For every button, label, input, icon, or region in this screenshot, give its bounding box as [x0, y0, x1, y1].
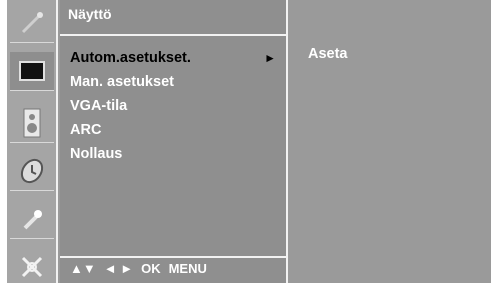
submenu-item-set[interactable]: Aseta	[308, 46, 348, 62]
picture-wand-icon	[21, 12, 43, 34]
clock-icon	[20, 158, 44, 184]
speaker-icon	[23, 108, 41, 138]
setup-icon	[21, 256, 43, 278]
icon-tab-audio[interactable]	[10, 104, 54, 143]
icon-tab-screen[interactable]	[10, 52, 54, 91]
menu-item-label: Nollaus	[70, 146, 123, 162]
nav-divider	[60, 256, 286, 258]
submenu-arrow-icon: ►	[264, 51, 276, 65]
menu-item-reset[interactable]: Nollaus	[60, 142, 286, 166]
icon-tab-lock[interactable]	[10, 200, 54, 239]
osd-menu: Näyttö Autom.asetukset. ► Man. asetukset…	[7, 0, 491, 283]
menu-item-label: VGA-tila	[70, 98, 128, 114]
icon-tab-time[interactable]	[10, 152, 54, 191]
menu-icon-column	[7, 0, 58, 283]
menu-item-label: Autom.asetukset.	[70, 50, 191, 66]
menu-items: Autom.asetukset. ► Man. asetukset VGA-ti…	[60, 46, 286, 166]
left-right-arrows-icon: ◄ ►	[103, 261, 134, 276]
menu-item-label: Man. asetukset	[70, 74, 174, 90]
menu-item-arc[interactable]: ARC	[60, 118, 286, 142]
submenu-panel: Aseta	[290, 0, 491, 283]
key-icon	[23, 210, 42, 230]
icon-tab-picture[interactable]	[10, 4, 54, 43]
navigation-hints: ▲▼ ◄ ► OK MENU	[70, 261, 207, 276]
menu-item-auto-config[interactable]: Autom.asetukset. ►	[60, 46, 286, 70]
title-divider	[60, 34, 286, 36]
icon-tab-setup[interactable]	[10, 248, 54, 286]
menu-panel: Näyttö Autom.asetukset. ► Man. asetukset…	[60, 0, 288, 283]
ok-hint: OK	[141, 261, 161, 276]
screen-icon	[19, 61, 45, 81]
menu-item-vga-mode[interactable]: VGA-tila	[60, 94, 286, 118]
menu-title: Näyttö	[68, 6, 112, 22]
menu-item-manual-config[interactable]: Man. asetukset	[60, 70, 286, 94]
up-down-arrows-icon: ▲▼	[70, 261, 96, 276]
menu-hint: MENU	[168, 261, 207, 276]
menu-item-label: ARC	[70, 122, 102, 138]
